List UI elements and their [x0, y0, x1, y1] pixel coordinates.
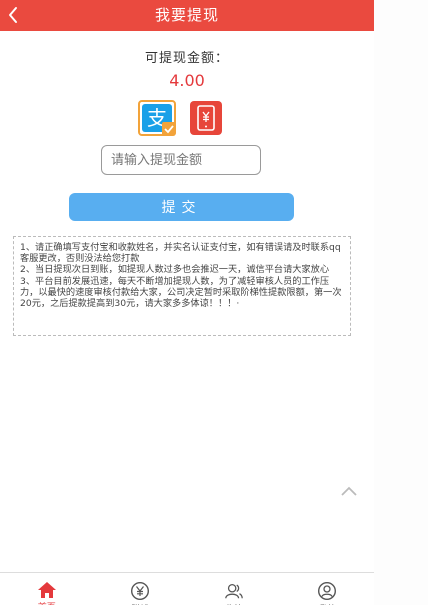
- users-icon: [224, 581, 244, 601]
- phone-pay-option[interactable]: [190, 101, 222, 135]
- phone-yen-icon: [197, 105, 215, 131]
- submit-button[interactable]: 提交: [69, 193, 294, 221]
- tab-earn[interactable]: 赚钱: [94, 573, 188, 605]
- home-icon: [37, 581, 57, 599]
- chevron-up-icon[interactable]: [340, 485, 358, 497]
- bottom-tab-bar: 首页 赚钱 收徒 我的: [0, 572, 374, 605]
- tab-home[interactable]: 首页: [0, 573, 94, 605]
- tab-apprentice[interactable]: 收徒: [187, 573, 281, 605]
- page-title: 我要提现: [154, 6, 219, 24]
- side-margin: [374, 0, 428, 605]
- withdrawable-amount-label: 可提现金额：: [144, 51, 229, 66]
- withdrawable-amount-value: 4.00: [169, 71, 205, 90]
- withdraw-amount-input[interactable]: [101, 145, 261, 175]
- notice-line: 1、请正确填写支付宝和收款姓名，并实名认证支付宝，如有错误请及时联系qq客服更改…: [20, 242, 341, 265]
- selected-check-icon: [162, 122, 176, 136]
- top-bar: 我要提现: [0, 0, 374, 31]
- yen-coin-icon: [130, 581, 150, 601]
- withdraw-notice: 1、请正确填写支付宝和收款姓名，并实名认证支付宝，如有错误请及时联系qq客服更改…: [13, 236, 351, 336]
- user-icon: [317, 581, 337, 601]
- alipay-option[interactable]: 支: [138, 100, 176, 136]
- tab-label: 首页: [38, 600, 56, 605]
- tab-mine[interactable]: 我的: [281, 573, 375, 605]
- payment-method-selector: 支: [138, 100, 222, 136]
- notice-line: 3、平台目前发展迅速，每天不断增加提现人数，为了减轻审核人员的工作压力，以最快的…: [20, 275, 342, 310]
- notice-line: 2、当日提现次日到账，如提现人数过多也会推迟一天，诚信平台请大家放心: [20, 264, 330, 276]
